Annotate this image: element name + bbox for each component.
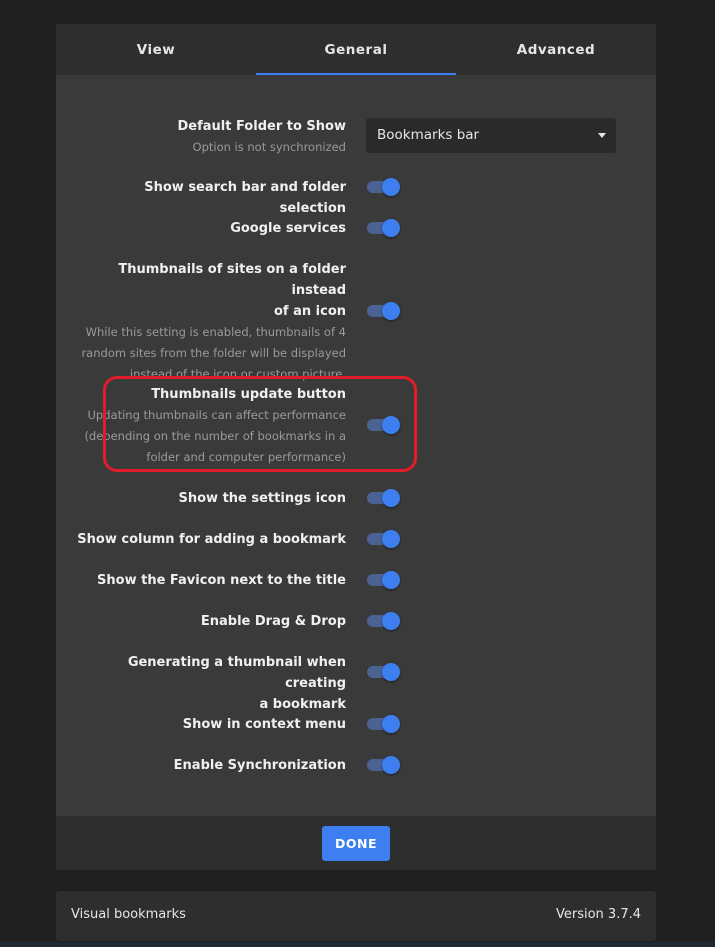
toggle-folder-thumbnails[interactable] [366,302,400,320]
settings-dialog: View General Advanced Default Folder to … [56,24,656,870]
toggle-thumb [382,416,400,434]
toggle-thumb [382,530,400,548]
setting-text: Google services [76,218,346,239]
setting-text: Enable Synchronization [76,755,346,776]
version-label: Version 3.7.4 [555,907,641,922]
setting-label: Thumbnails update button [151,387,346,402]
setting-text: Generating a thumbnail when creating a b… [76,652,346,715]
setting-description-line1: While this setting is enabled, thumbnail… [85,325,346,339]
select-value: Bookmarks bar [377,127,480,143]
toggle-thumb [382,571,400,589]
toggle-settings-icon[interactable] [366,489,400,507]
toggle-favicon[interactable] [366,571,400,589]
setting-text: Thumbnails of sites on a folder instead … [76,259,346,385]
setting-label: Enable Synchronization [173,758,346,773]
setting-label-line2: of an icon [273,304,346,319]
setting-label: Enable Drag & Drop [200,614,346,629]
setting-label: Default Folder to Show [177,119,346,134]
tab-bar: View General Advanced [56,24,656,75]
toggle-google-services[interactable] [366,219,400,237]
setting-default-folder-text: Default Folder to Show Option is not syn… [76,116,346,158]
setting-description: Option is not synchronized [192,140,346,154]
setting-label-line2: a bookmark [259,697,347,712]
setting-text: Show in context menu [76,714,346,735]
toggle-thumb [382,612,400,630]
screen: View General Advanced Default Folder to … [0,0,715,947]
setting-text: Show the Favicon next to the title [76,570,346,591]
tab-advanced[interactable]: Advanced [456,24,656,75]
setting-description-line1: Updating thumbnails can affect performan… [87,408,346,422]
setting-label: Show the settings icon [178,491,346,506]
toggle-search-bar[interactable] [366,178,400,196]
toggle-thumb [382,715,400,733]
toggle-drag-drop[interactable] [366,612,400,630]
caret-down-icon [598,133,606,138]
setting-text: Thumbnails update button Updating thumbn… [76,384,346,468]
setting-label: Show the Favicon next to the title [97,573,346,588]
setting-label: Show column for adding a bookmark [77,532,346,547]
toggle-thumb [382,756,400,774]
app-name: Visual bookmarks [71,907,186,922]
window-edge [0,942,715,947]
setting-label: Show in context menu [182,717,346,732]
tab-general[interactable]: General [256,24,456,75]
toggle-context-menu[interactable] [366,715,400,733]
toggle-add-bookmark-column[interactable] [366,530,400,548]
setting-text: Show column for adding a bookmark [76,529,346,550]
setting-description-line2: random sites from the folder will be dis… [81,346,346,360]
setting-description-line2: (depending on the number of bookmarks in… [84,429,346,443]
setting-description-line3: folder and computer performance) [146,450,346,464]
done-button[interactable]: DONE [322,826,390,861]
dialog-footer: DONE [56,816,656,870]
setting-text: Show the settings icon [76,488,346,509]
setting-label-line1: Generating a thumbnail when creating [127,655,346,691]
toggle-thumb [382,489,400,507]
toggle-synchronization[interactable] [366,756,400,774]
setting-text: Show search bar and folder selection [76,177,346,219]
setting-text: Enable Drag & Drop [76,611,346,632]
toggle-thumbnails-update-button[interactable] [366,416,400,434]
toggle-generate-thumbnail[interactable] [366,663,400,681]
toggle-thumb [382,178,400,196]
toggle-thumb [382,219,400,237]
setting-label: Google services [230,221,346,236]
toggle-thumb [382,663,400,681]
setting-description-line3: instead of the icon or custom picture. [129,367,346,381]
toggle-thumb [382,302,400,320]
status-bar: Visual bookmarks Version 3.7.4 [56,891,656,941]
setting-label: Show search bar and folder selection [144,180,346,216]
setting-label-line1: Thumbnails of sites on a folder instead [118,262,346,298]
tab-view[interactable]: View [56,24,256,75]
default-folder-select[interactable]: Bookmarks bar [366,118,616,153]
